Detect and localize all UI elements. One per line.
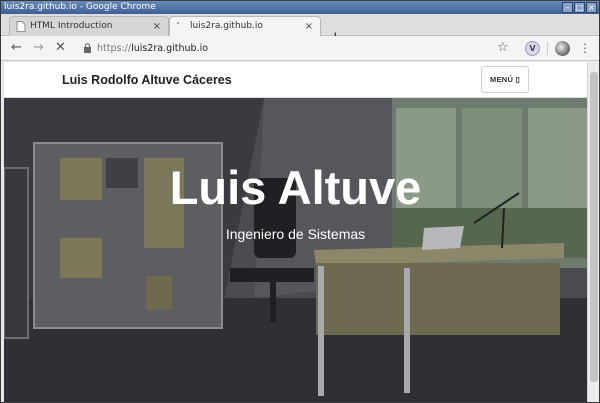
forward-arrow-icon[interactable]: → (33, 40, 44, 56)
hero-background-office-image (4, 98, 587, 402)
stop-loading-icon[interactable]: ✕ (55, 40, 66, 56)
minimize-button[interactable]: – (562, 2, 573, 13)
maximize-button[interactable]: □ (574, 2, 585, 13)
back-arrow-icon[interactable]: ← (11, 40, 22, 56)
site-menu-button[interactable]: MENÚ ▯ (481, 66, 529, 93)
toolbar-divider (547, 42, 548, 55)
browser-toolbar: ← → ✕ https://luis2ra.github.io ☆ V ⋮ (1, 36, 599, 61)
url-scheme: https:// (97, 43, 132, 54)
scrollbar-thumb[interactable] (590, 72, 598, 382)
page-viewport: Luis Rodolfo Altuve Cáceres MENÚ ▯ Luis … (4, 62, 587, 402)
chrome-menu-icon[interactable]: ⋮ (579, 40, 591, 56)
browser-window: luis2ra.github.io - Google Chrome – □ × … (0, 0, 600, 403)
page-scrollbar[interactable] (587, 62, 599, 402)
tab-label: luis2ra.github.io (190, 21, 263, 31)
url-text: https://luis2ra.github.io (97, 39, 208, 58)
site-brand[interactable]: Luis Rodolfo Altuve Cáceres (62, 62, 232, 98)
url-host: luis2ra.github.io (131, 43, 209, 54)
hero-title: Luis Altuve (169, 161, 422, 214)
tab-label: HTML Introduction (30, 21, 113, 31)
bookmark-star-icon[interactable]: ☆ (497, 40, 509, 56)
hero-subtitle: Ingeniero de Sistemas (225, 226, 366, 242)
window-title: luis2ra.github.io - Google Chrome (4, 2, 156, 12)
profile-avatar-icon[interactable] (555, 41, 570, 56)
tab-luis2ra[interactable]: luis2ra.github.io × (169, 16, 321, 37)
loading-icon (177, 22, 179, 24)
tab-strip: HTML Introduction × luis2ra.github.io × … (1, 14, 599, 45)
close-window-button[interactable]: × (586, 2, 597, 13)
page-icon (16, 21, 26, 32)
extension-v-icon[interactable]: V (525, 41, 540, 56)
tab-html-introduction[interactable]: HTML Introduction × (9, 16, 169, 36)
site-navbar: Luis Rodolfo Altuve Cáceres MENÚ ▯ (4, 62, 587, 98)
lock-icon (84, 43, 91, 53)
address-bar[interactable]: https://luis2ra.github.io (77, 39, 517, 58)
close-tab-icon[interactable]: × (305, 17, 313, 36)
window-controls: – □ × (562, 2, 597, 13)
window-titlebar: luis2ra.github.io - Google Chrome – □ × (1, 1, 599, 14)
close-tab-icon[interactable]: × (153, 17, 161, 36)
